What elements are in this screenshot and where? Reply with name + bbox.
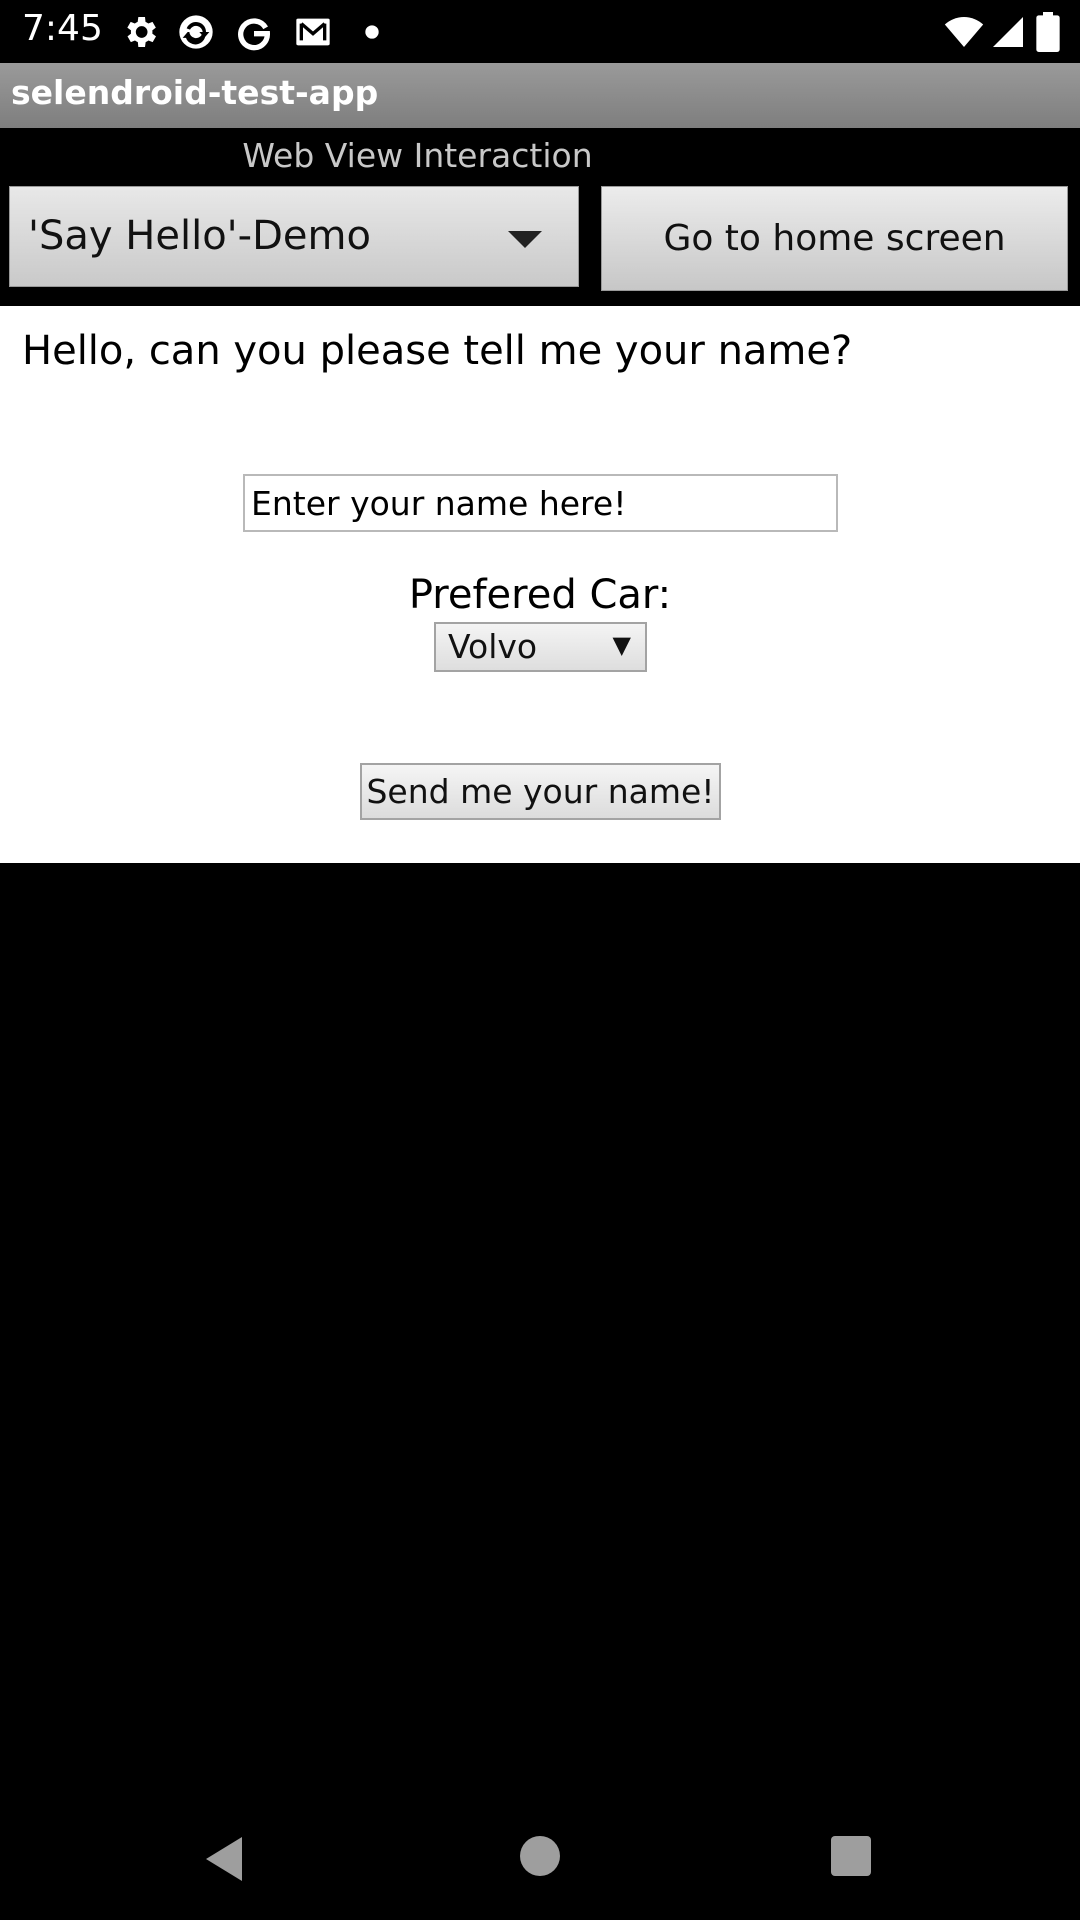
app-title: selendroid-test-app xyxy=(11,73,379,112)
dot-icon xyxy=(365,25,379,39)
car-select[interactable]: Volvo ▼ xyxy=(434,622,647,672)
status-time: 7:45 xyxy=(22,8,103,49)
signal-icon xyxy=(993,17,1023,47)
gmail-icon xyxy=(296,18,330,46)
dropdown-arrow-icon xyxy=(508,231,542,248)
go-home-button[interactable]: Go to home screen xyxy=(601,186,1068,291)
car-select-value: Volvo xyxy=(448,627,538,666)
activity-header: Web View Interaction 'Say Hello'-Demo Go… xyxy=(0,128,1080,306)
name-input[interactable] xyxy=(243,474,838,532)
spinner-value: 'Say Hello'-Demo xyxy=(28,213,371,259)
car-label: Prefered Car: xyxy=(408,572,672,618)
screen: 7:45 selendroid-test-app Web View Intera… xyxy=(0,0,1080,1920)
activity-label: Web View Interaction xyxy=(242,136,593,175)
status-bar: 7:45 xyxy=(0,0,1080,63)
web-view: Hello, can you please tell me your name?… xyxy=(0,306,1080,863)
home-icon[interactable] xyxy=(520,1836,560,1876)
sync-icon xyxy=(179,15,213,49)
google-icon xyxy=(238,18,271,51)
wifi-icon xyxy=(944,17,984,47)
gear-icon xyxy=(127,17,156,47)
select-arrow-icon: ▼ xyxy=(612,631,631,659)
battery-icon xyxy=(1036,12,1060,52)
app-title-bar: selendroid-test-app xyxy=(0,63,1080,128)
recents-icon[interactable] xyxy=(831,1836,871,1876)
navigation-bar xyxy=(0,1800,1080,1920)
back-icon[interactable] xyxy=(204,1835,244,1883)
demo-spinner[interactable]: 'Say Hello'-Demo xyxy=(9,186,579,287)
send-name-button[interactable]: Send me your name! xyxy=(360,763,721,820)
name-prompt: Hello, can you please tell me your name? xyxy=(22,328,853,374)
